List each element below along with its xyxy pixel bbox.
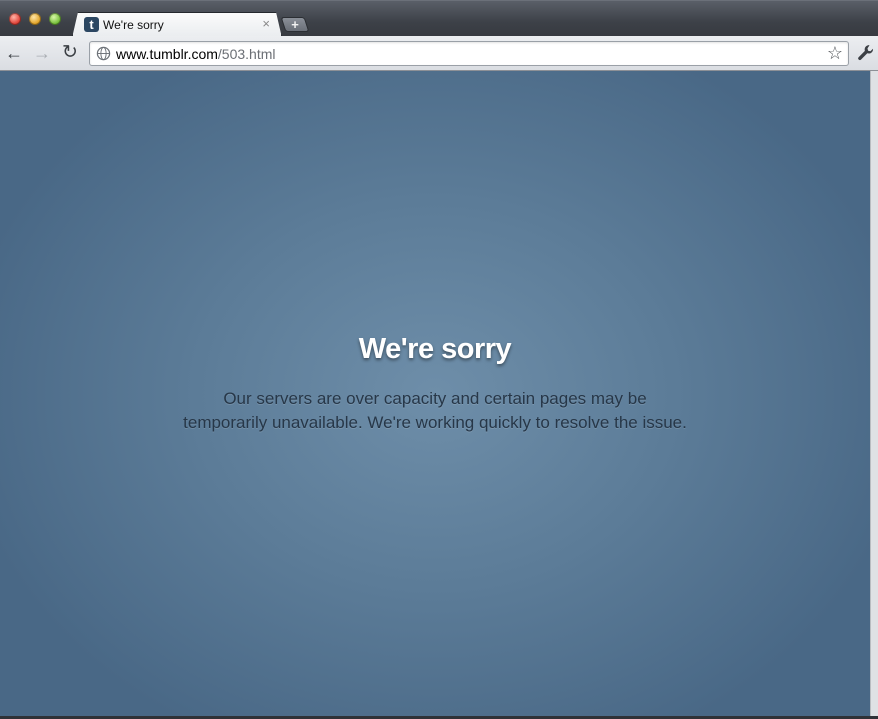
message-line-1: Our servers are over capacity and certai… bbox=[223, 389, 647, 408]
page-content: We're sorry Our servers are over capacit… bbox=[0, 71, 870, 716]
page-heading: We're sorry bbox=[358, 333, 512, 365]
wrench-icon[interactable] bbox=[856, 43, 876, 63]
back-button[interactable]: ← bbox=[3, 43, 25, 65]
tab-strip: t We're sorry × + bbox=[0, 0, 878, 36]
url-path: /503.html bbox=[217, 46, 276, 62]
window-zoom-button[interactable] bbox=[49, 13, 61, 25]
url-host: www.tumblr.com bbox=[116, 46, 218, 62]
plus-icon: + bbox=[291, 17, 299, 32]
bookmark-star-icon[interactable]: ☆ bbox=[827, 43, 843, 64]
reload-button[interactable]: ↻ bbox=[59, 43, 81, 65]
address-bar[interactable]: www.tumblr.com/503.html ☆ bbox=[89, 41, 849, 66]
tab-active[interactable]: t We're sorry × bbox=[72, 12, 282, 38]
message-line-2: temporarily unavailable. We're working q… bbox=[183, 413, 687, 432]
error-message: Our servers are over capacity and certai… bbox=[0, 387, 870, 435]
browser-window: t We're sorry × + ← → ↻ www.tumblr.com/5… bbox=[0, 0, 878, 719]
globe-icon bbox=[96, 46, 111, 61]
browser-toolbar: ← → ↻ www.tumblr.com/503.html ☆ bbox=[0, 36, 878, 71]
forward-button[interactable]: → bbox=[31, 43, 53, 65]
tab-title: We're sorry bbox=[103, 18, 164, 32]
tab-close-icon[interactable]: × bbox=[262, 16, 270, 31]
new-tab-button[interactable]: + bbox=[280, 17, 310, 32]
tumblr-favicon-icon: t bbox=[84, 17, 99, 32]
window-close-button[interactable] bbox=[9, 13, 21, 25]
window-minimize-button[interactable] bbox=[29, 13, 41, 25]
url-text[interactable]: www.tumblr.com/503.html bbox=[116, 46, 276, 62]
vertical-scrollbar[interactable] bbox=[870, 71, 878, 716]
